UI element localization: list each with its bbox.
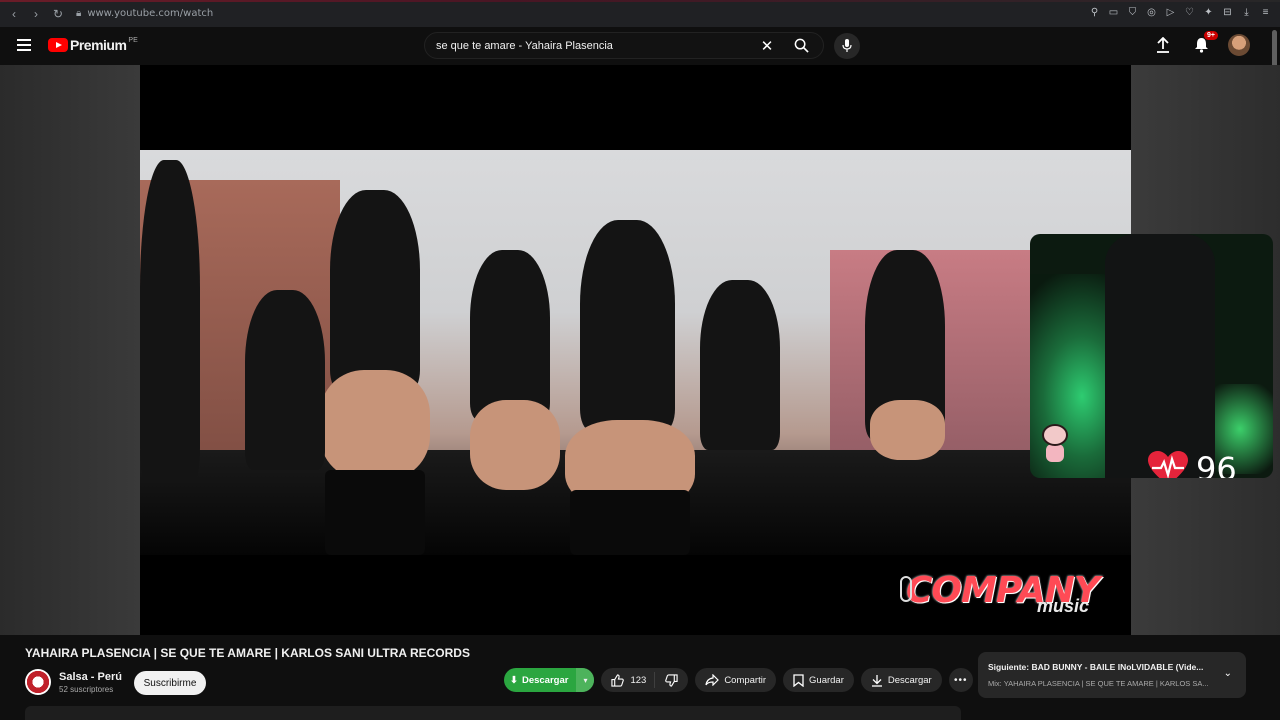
- heart-icon[interactable]: ♡: [1183, 5, 1196, 20]
- performer-3: [580, 220, 675, 430]
- mascot-body: [1046, 444, 1064, 462]
- reader-icon[interactable]: ▭: [1107, 5, 1120, 20]
- play-icon[interactable]: ▷: [1164, 5, 1177, 20]
- like-dislike-group: 123: [601, 668, 689, 692]
- mascot-sticker: [1038, 424, 1070, 464]
- performer-4: [700, 280, 780, 450]
- voice-search-button[interactable]: [834, 33, 860, 59]
- search-bar: se que te amare - Yahaira Plasencia ✕: [424, 32, 824, 59]
- channel-info: Salsa - Perú 52 suscriptores: [25, 669, 122, 695]
- watermark-sub-text: music: [1036, 596, 1089, 616]
- performer-2-legs: [470, 400, 560, 490]
- download-label: Descargar: [887, 674, 932, 686]
- header-actions: 9+: [1152, 31, 1250, 56]
- address-text[interactable]: www.youtube.com/watch: [87, 8, 213, 19]
- dislike-button[interactable]: [655, 673, 688, 687]
- share-button[interactable]: Compartir: [695, 668, 777, 692]
- search-input[interactable]: se que te amare - Yahaira Plasencia: [425, 40, 755, 52]
- channel-avatar[interactable]: [25, 669, 51, 695]
- youtube-logo[interactable]: Premium PE: [48, 37, 138, 53]
- channel-name[interactable]: Salsa - Perú: [59, 671, 122, 683]
- shield-icon[interactable]: ⛉: [1126, 5, 1139, 20]
- thumbs-up-icon: [611, 673, 625, 687]
- video-title: YAHAIRA PLASENCIA | SE QUE TE AMARE | KA…: [25, 646, 470, 660]
- description-box-edge[interactable]: [25, 706, 961, 720]
- download-arrow-icon: ⬇: [510, 674, 518, 686]
- menu-icon[interactable]: ≡: [1259, 5, 1272, 20]
- performer-2: [470, 250, 550, 420]
- heart-rate-icon: [1148, 451, 1188, 478]
- back-icon[interactable]: ‹: [6, 6, 22, 22]
- browser-nav: ‹ › ↻: [6, 6, 66, 22]
- youtube-play-icon: [48, 38, 68, 52]
- ambient-left: [0, 65, 140, 635]
- heart-rate-widget: 96: [1148, 450, 1237, 478]
- logo-text: Premium: [70, 37, 127, 53]
- download-icon[interactable]: ⤓: [1240, 5, 1253, 20]
- share-label: Compartir: [724, 674, 767, 686]
- extension-icons: ⚲ ▭ ⛉ ◎ ▷ ♡ ✦ ⊟ ⤓ ≡: [1088, 5, 1272, 20]
- chevron-down-icon[interactable]: ⌄: [1224, 668, 1232, 679]
- region-code: PE: [128, 36, 138, 44]
- performer-1-boots: [325, 470, 425, 555]
- address-bar[interactable]: 🔒︎ www.youtube.com/watch: [76, 8, 213, 19]
- share-icon: [705, 674, 720, 686]
- account-avatar[interactable]: [1228, 34, 1250, 56]
- notification-count: 9+: [1204, 31, 1218, 40]
- download-extension-text: Descargar: [521, 674, 569, 686]
- mascot-head: [1042, 424, 1068, 446]
- upload-icon: [1157, 37, 1169, 53]
- download-extension-button[interactable]: ⬇ Descargar ▾: [504, 668, 595, 692]
- forward-icon[interactable]: ›: [28, 6, 44, 22]
- heart-rate-value: 96: [1196, 450, 1237, 478]
- video-player[interactable]: COMPANY music: [140, 65, 1131, 635]
- up-next-card[interactable]: Siguiente: BAD BUNNY - BAILE INoLVIDABLE…: [978, 652, 1246, 698]
- video-frame: [140, 150, 1131, 555]
- vpn-icon[interactable]: ◎: [1145, 5, 1158, 20]
- video-actions: ⬇ Descargar ▾ 123 Compartir Guardar Desc…: [504, 668, 973, 692]
- webcam-person: [1105, 234, 1215, 478]
- download-button[interactable]: Descargar: [860, 668, 942, 692]
- download-options-caret-icon[interactable]: ▾: [576, 668, 595, 692]
- pin-icon[interactable]: ⚲: [1088, 5, 1101, 20]
- download-extension-label: ⬇ Descargar: [504, 675, 576, 686]
- performer-1-legs: [320, 370, 430, 480]
- wallet-icon[interactable]: ⊟: [1221, 5, 1234, 20]
- guitarist: [140, 160, 200, 480]
- more-actions-icon[interactable]: •••: [948, 668, 973, 692]
- browser-toolbar: ‹ › ↻ 🔒︎ www.youtube.com/watch ⚲ ▭ ⛉ ◎ ▷…: [0, 0, 1280, 27]
- thumbs-down-icon: [665, 673, 678, 687]
- reload-icon[interactable]: ↻: [50, 6, 66, 22]
- up-next-mix[interactable]: Mix: YAHAIRA PLASENCIA | SE QUE TE AMARE…: [988, 679, 1213, 688]
- like-count: 123: [630, 674, 647, 686]
- webcam-overlay: 96: [1030, 234, 1273, 478]
- lock-icon: 🔒︎: [76, 8, 82, 19]
- subscriber-count: 52 suscriptores: [59, 684, 114, 694]
- search-icon: [794, 38, 809, 53]
- keyboardist: [245, 290, 325, 470]
- download-icon: [871, 674, 882, 687]
- up-next-title[interactable]: Siguiente: BAD BUNNY - BAILE INoLVIDABLE…: [988, 662, 1213, 672]
- channel-meta: Salsa - Perú 52 suscriptores: [59, 671, 122, 694]
- guide-menu-icon[interactable]: [17, 39, 31, 51]
- youtube-header: Premium PE se que te amare - Yahaira Pla…: [0, 27, 1280, 65]
- subscribe-button[interactable]: Suscribirme: [134, 671, 206, 695]
- search-button[interactable]: [779, 33, 823, 58]
- puzzle-icon[interactable]: ✦: [1202, 5, 1215, 20]
- performer-1: [330, 190, 420, 390]
- notifications-button[interactable]: 9+: [1190, 31, 1218, 56]
- save-button[interactable]: Guardar: [783, 668, 854, 692]
- clear-search-icon[interactable]: ✕: [755, 37, 779, 55]
- watermark-microphone-icon: [900, 576, 912, 602]
- like-button[interactable]: 123: [601, 672, 656, 688]
- channel-watermark: COMPANY music: [900, 570, 1100, 616]
- microphone-icon: [842, 39, 852, 52]
- performer-3-boots: [570, 490, 690, 555]
- save-label: Guardar: [809, 674, 844, 686]
- performer-5-legs: [870, 400, 945, 460]
- bookmark-icon: [793, 673, 804, 687]
- tab-strip-accent: [0, 0, 1280, 2]
- upload-button[interactable]: [1152, 34, 1174, 56]
